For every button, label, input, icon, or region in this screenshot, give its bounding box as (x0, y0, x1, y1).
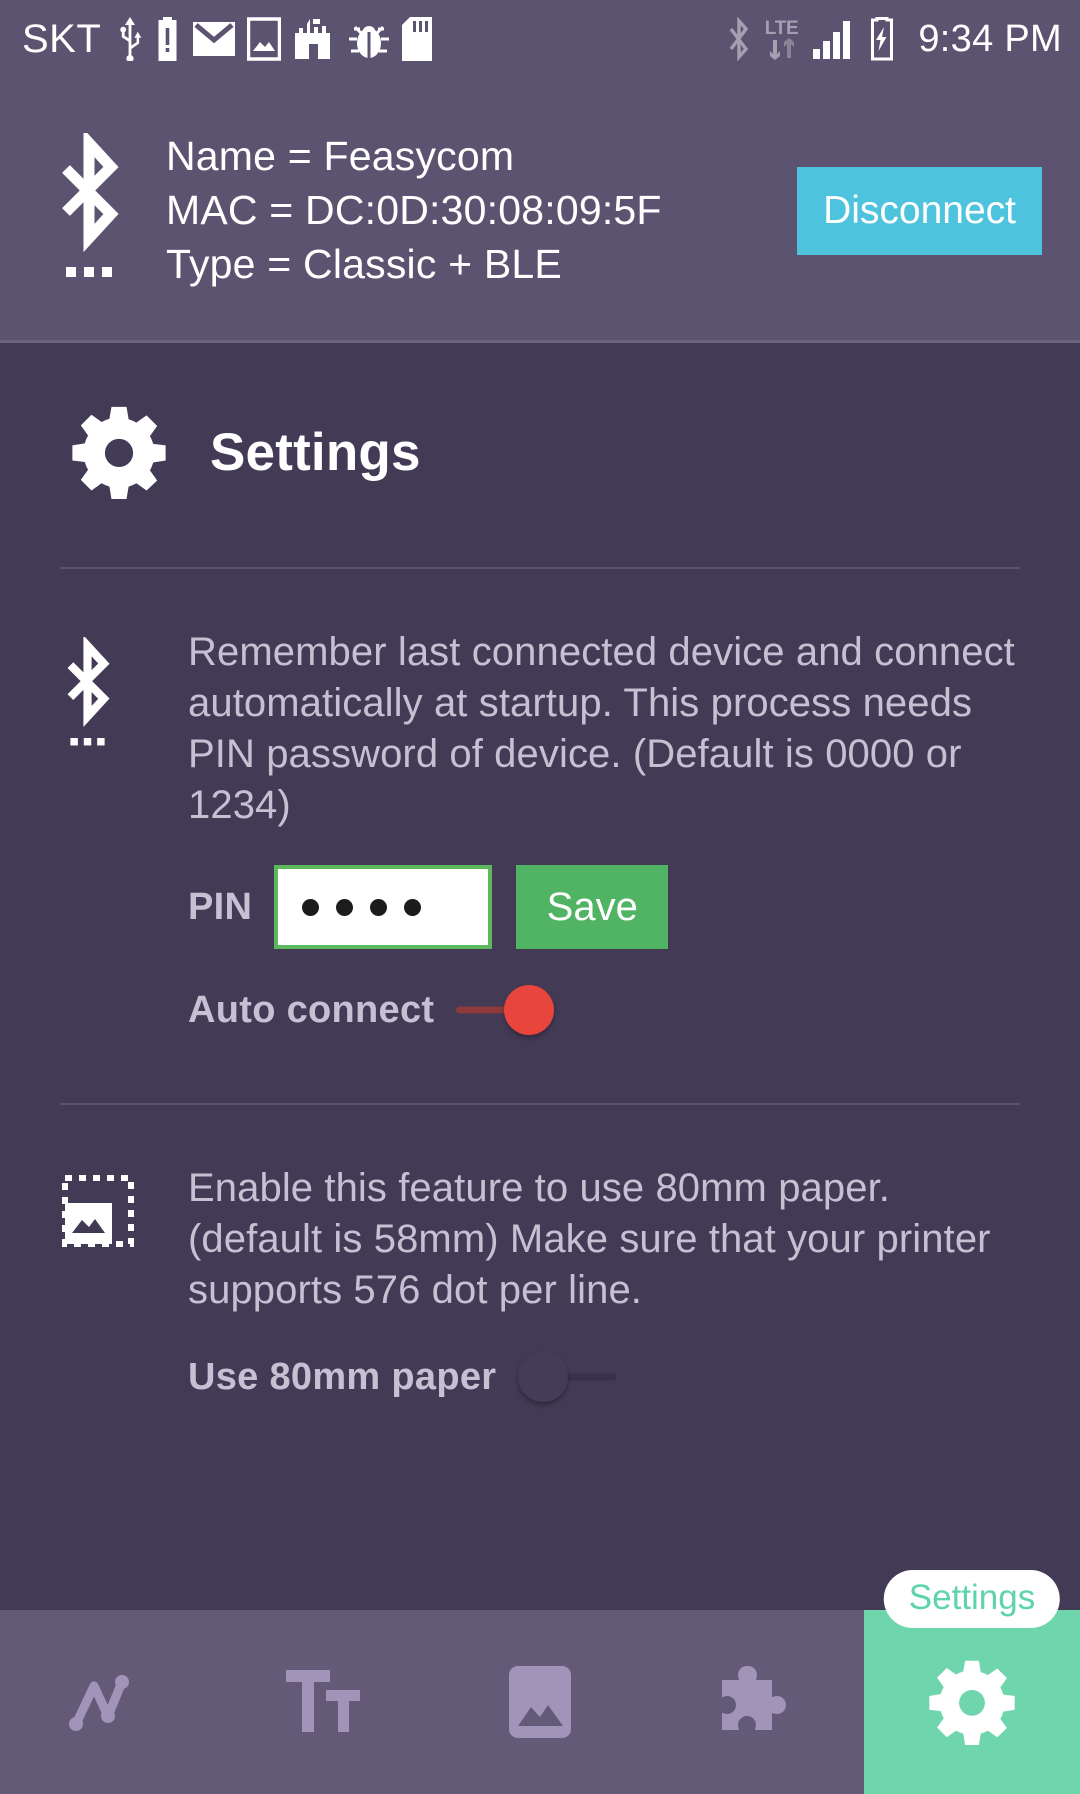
paper-width-switch[interactable] (518, 1352, 617, 1402)
nav-item-text[interactable] (216, 1610, 432, 1794)
castle-icon (295, 19, 331, 59)
status-bar-right-icons: LTE 9:34 PM (726, 17, 1062, 61)
device-type-line: Type = Classic + BLE (166, 241, 562, 287)
battery-alert-icon (158, 17, 177, 61)
nav-item-chart[interactable] (0, 1610, 216, 1794)
auto-connect-switch[interactable] (456, 985, 555, 1035)
image-icon (247, 17, 282, 61)
device-name-line: Name = Feasycom (166, 133, 515, 179)
settings-page: Settings Remember last connected device … (0, 343, 1080, 1402)
setting-block-auto-connect: Remember last connected device and conne… (60, 569, 1020, 1035)
block-icon-wrap (60, 1163, 156, 1402)
switch-thumb (518, 1352, 569, 1402)
setting-block-paper-width: Enable this feature to use 80mm paper. (… (60, 1105, 1020, 1402)
sdcard-icon (402, 17, 433, 61)
auto-connect-toggle-row: Auto connect (188, 985, 1020, 1035)
nav-item-plugin[interactable] (648, 1610, 864, 1794)
device-header: Name = Feasycom MAC = DC:0D:30:08:09:5F … (0, 78, 1080, 343)
paper-width-description: Enable this feature to use 80mm paper. (… (188, 1166, 991, 1312)
puzzle-piece-icon (722, 1666, 786, 1730)
status-bar: SKT LTE 9:34 PM (0, 0, 1080, 78)
pin-dot (302, 898, 320, 916)
bug-icon (349, 25, 390, 58)
paper-width-label: Use 80mm paper (188, 1355, 497, 1398)
pin-label: PIN (188, 885, 253, 928)
clock-label: 9:34 PM (918, 17, 1062, 60)
switch-thumb (504, 985, 555, 1035)
bottom-nav-bar: Settings (0, 1570, 1080, 1794)
device-info: Name = Feasycom MAC = DC:0D:30:08:09:5F … (166, 133, 662, 288)
page-title-row: Settings (60, 343, 1020, 499)
block-body: Remember last connected device and conne… (156, 627, 1020, 1035)
signal-bars-icon (813, 21, 851, 59)
gear-icon (929, 1660, 1015, 1745)
line-chart-icon (69, 1675, 129, 1731)
settings-tooltip: Settings (883, 1570, 1061, 1628)
auto-connect-description: Remember last connected device and conne… (188, 630, 1015, 827)
image-icon (509, 1666, 571, 1738)
lte-icon: LTE (765, 19, 799, 60)
page-title: Settings (210, 422, 421, 482)
gmail-icon (193, 22, 236, 56)
bluetooth-icon (62, 133, 119, 277)
paper-width-toggle-row: Use 80mm paper (188, 1352, 1020, 1402)
pin-dot (336, 898, 354, 916)
carrier-label: SKT (22, 16, 102, 61)
status-bar-left-icons (117, 17, 433, 61)
disconnect-button[interactable]: Disconnect (797, 166, 1042, 255)
gear-icon (72, 406, 166, 499)
block-icon-wrap (60, 627, 156, 1035)
usb-icon (120, 17, 142, 61)
block-body: Enable this feature to use 80mm paper. (… (156, 1163, 1020, 1402)
bluetooth-icon (729, 17, 748, 61)
image-dashed-icon (62, 1175, 134, 1247)
device-mac-line: MAC = DC:0D:30:08:09:5F (166, 187, 662, 233)
pin-dot (404, 898, 422, 916)
pin-input[interactable] (274, 865, 493, 949)
pin-dot (370, 898, 388, 916)
pin-row: PIN Save (188, 865, 1020, 949)
bluetooth-icon (67, 635, 110, 746)
auto-connect-label: Auto connect (188, 988, 435, 1031)
battery-charging-icon (871, 17, 894, 61)
text-size-icon (286, 1670, 360, 1732)
nav-item-settings[interactable]: Settings (864, 1570, 1080, 1794)
nav-item-image[interactable] (432, 1610, 648, 1794)
save-button[interactable]: Save (516, 865, 669, 949)
